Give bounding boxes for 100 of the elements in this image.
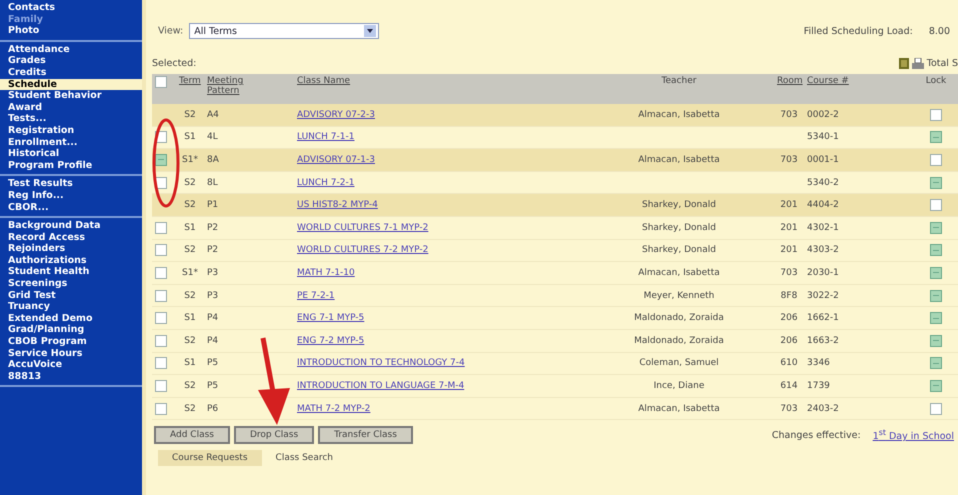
class-name-link[interactable]: WORLD CULTURES 7-2 MYP-2: [297, 245, 428, 256]
class-button[interactable]: Drop Class: [234, 426, 314, 444]
sidebar-item[interactable]: Grad/Planning: [0, 324, 142, 336]
sidebar-item[interactable]: Extended Demo: [0, 312, 142, 324]
row-checkbox[interactable]: [155, 244, 167, 256]
sidebar-item[interactable]: Truancy: [0, 301, 142, 313]
printer-icon[interactable]: [912, 58, 924, 68]
class-name-link[interactable]: LUNCH 7-2-1: [297, 178, 354, 188]
pattern-cell: 8A: [207, 154, 219, 165]
row-checkbox[interactable]: [155, 266, 167, 279]
column-header[interactable]: Course #: [807, 76, 849, 86]
sidebar-item[interactable]: Attendance: [0, 44, 142, 56]
row-checkbox[interactable]: [155, 154, 167, 166]
sidebar-item[interactable]: Screenings: [0, 278, 142, 290]
class-button[interactable]: Add Class: [154, 426, 230, 444]
sidebar-item[interactable]: Award: [0, 102, 142, 114]
view-dropdown[interactable]: All Terms: [189, 23, 380, 39]
select-all-checkbox[interactable]: [155, 76, 167, 88]
lock-checkbox[interactable]: [930, 131, 942, 144]
sidebar-item[interactable]: Record Access: [0, 232, 142, 244]
row-checkbox[interactable]: [155, 290, 167, 302]
course-cell: 2030-1: [807, 268, 839, 278]
class-name-link[interactable]: ADVISORY 07-1-3: [297, 154, 375, 165]
pattern-cell: P3: [207, 290, 218, 301]
sidebar-item[interactable]: Program Profile: [0, 160, 142, 172]
lock-checkbox[interactable]: [930, 154, 942, 166]
day-link[interactable]: 1$^{st}$ Day in School: [872, 428, 954, 442]
sidebar-item[interactable]: Reg Info...: [0, 190, 142, 202]
pattern-cell: P3: [207, 268, 218, 278]
sidebar-item[interactable]: Student Behavior: [0, 90, 142, 102]
class-name-link[interactable]: MATH 7-2 MYP-2: [297, 404, 370, 414]
room-cell: 610: [780, 358, 798, 368]
sidebar-item[interactable]: Tests...: [0, 113, 142, 125]
term-cell: S1*: [182, 268, 198, 278]
row-checkbox[interactable]: [155, 380, 167, 392]
class-name-link[interactable]: US HIST8-2 MYP-4: [297, 200, 378, 210]
sidebar-item[interactable]: Authorizations: [0, 254, 142, 266]
teacher-cell: Almacan, Isabetta: [638, 268, 720, 278]
lock-checkbox[interactable]: [930, 380, 942, 392]
course-cell: 5340-2: [807, 178, 839, 188]
teacher-cell: Meyer, Kenneth: [644, 290, 714, 301]
sidebar-item[interactable]: Registration: [0, 124, 142, 137]
lock-checkbox[interactable]: [930, 357, 942, 370]
sidebar-item[interactable]: Enrollment...: [0, 136, 142, 148]
class-name-link[interactable]: ADVISORY 07-2-3: [297, 110, 375, 120]
sidebar-item[interactable]: Contacts: [0, 2, 142, 14]
lock-checkbox[interactable]: [930, 312, 942, 324]
sidebar-item[interactable]: Test Results: [0, 178, 142, 190]
class-name-link[interactable]: LUNCH 7-1-1: [297, 132, 354, 142]
sidebar-item[interactable]: Grades: [0, 55, 142, 67]
tab[interactable]: Course Requests: [158, 450, 262, 466]
course-cell: 4302-1: [807, 222, 839, 233]
term-cell: S2: [184, 290, 196, 301]
pattern-cell: P2: [207, 222, 218, 233]
term-cell: S1: [184, 313, 196, 324]
row-checkbox[interactable]: [155, 357, 167, 370]
class-name-link[interactable]: PE 7-2-1: [297, 290, 335, 301]
lock-checkbox[interactable]: [930, 290, 942, 302]
sidebar-item[interactable]: Grid Test: [0, 290, 142, 302]
row-checkbox[interactable]: [155, 222, 167, 234]
lock-checkbox[interactable]: [930, 266, 942, 279]
spreadsheet-icon[interactable]: [898, 58, 909, 68]
row-checkbox[interactable]: [155, 402, 167, 415]
pattern-cell: P4: [207, 313, 218, 324]
class-name-link[interactable]: WORLD CULTURES 7-1 MYP-2: [297, 222, 428, 233]
term-cell: S1*: [182, 154, 198, 165]
class-name-link[interactable]: INTRODUCTION TO TECHNOLOGY 7-4: [297, 358, 465, 368]
sidebar-item[interactable]: CBOR...: [0, 202, 142, 214]
lock-checkbox[interactable]: [930, 244, 942, 256]
teacher-cell: Almacan, Isabetta: [638, 404, 720, 414]
lock-checkbox[interactable]: [930, 199, 942, 212]
tab[interactable]: Class Search: [262, 450, 347, 466]
sidebar-item[interactable]: CBOB Program: [0, 336, 142, 348]
sidebar-item[interactable]: Rejoinders: [0, 243, 142, 255]
sidebar-item[interactable]: Schedule: [0, 78, 142, 90]
class-name-link[interactable]: MATH 7-1-10: [297, 268, 355, 278]
term-cell: S1: [184, 222, 196, 233]
course-cell: 4303-2: [807, 245, 839, 256]
lock-checkbox[interactable]: [930, 176, 942, 189]
sidebar-item[interactable]: Historical: [0, 148, 142, 160]
course-cell: 1662-1: [807, 313, 839, 324]
column-header[interactable]: Class Name: [297, 76, 350, 86]
lock-checkbox[interactable]: [930, 222, 942, 234]
sidebar-item[interactable]: Background Data: [0, 220, 142, 232]
sidebar-item[interactable]: 88813: [0, 370, 142, 382]
lock-checkbox[interactable]: [930, 334, 942, 347]
class-name-link[interactable]: ENG 7-2 MYP-5: [297, 336, 364, 346]
lock-checkbox[interactable]: [930, 402, 942, 415]
class-button[interactable]: Transfer Class: [318, 426, 413, 444]
lock-checkbox[interactable]: [930, 108, 942, 121]
row-checkbox[interactable]: [155, 312, 167, 324]
sidebar-item[interactable]: Student Health: [0, 266, 142, 278]
class-name-link[interactable]: ENG 7-1 MYP-5: [297, 313, 364, 324]
sidebar-item[interactable]: Service Hours: [0, 348, 142, 360]
sidebar-item[interactable]: Photo: [0, 25, 142, 37]
row-checkbox[interactable]: [155, 334, 167, 347]
sidebar-item[interactable]: AccuVoice: [0, 359, 142, 371]
class-name-link[interactable]: INTRODUCTION TO LANGUAGE 7-M-4: [297, 380, 464, 391]
room-cell: 703: [780, 404, 798, 414]
sidebar-item[interactable]: Credits: [0, 66, 142, 79]
